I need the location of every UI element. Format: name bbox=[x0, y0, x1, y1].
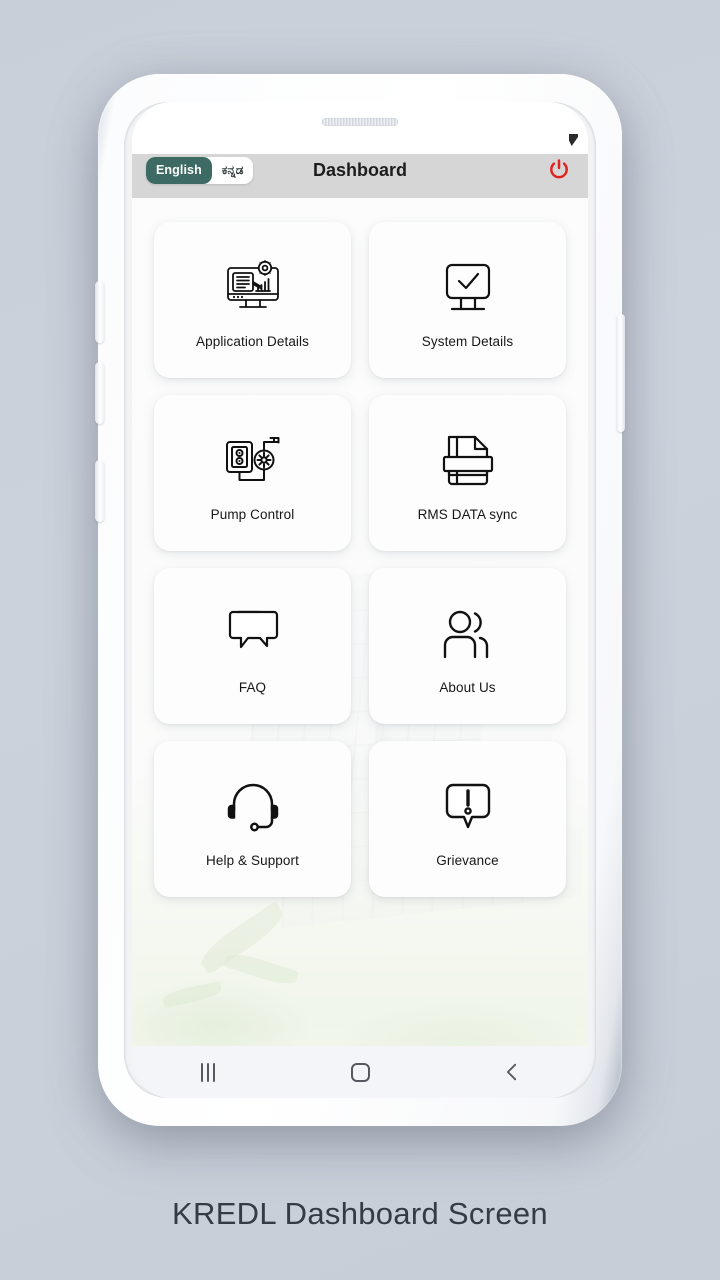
headset-icon bbox=[223, 771, 283, 843]
recents-icon bbox=[201, 1062, 215, 1082]
notch-area bbox=[132, 102, 588, 154]
hardware-power-button[interactable] bbox=[617, 314, 625, 432]
notch bbox=[255, 102, 465, 142]
card-label: FAQ bbox=[238, 679, 267, 695]
card-application-details[interactable]: Application Details bbox=[154, 222, 351, 378]
card-faq[interactable]: FAQ bbox=[154, 568, 351, 724]
figure-caption: KREDL Dashboard Screen bbox=[172, 1196, 548, 1231]
monitor-document-gear-chart-icon bbox=[220, 252, 286, 324]
power-logout-button[interactable] bbox=[544, 155, 574, 185]
nav-recents-button[interactable] bbox=[176, 1052, 240, 1092]
earpiece-speaker-icon bbox=[322, 118, 398, 126]
android-navigation-bar bbox=[132, 1046, 588, 1098]
exclamation-bubble-icon bbox=[439, 771, 497, 843]
pump-controller-icon bbox=[221, 425, 285, 497]
home-square-icon bbox=[350, 1062, 370, 1082]
monitor-check-icon bbox=[437, 252, 499, 324]
language-option-english[interactable]: English bbox=[146, 156, 212, 184]
power-icon bbox=[550, 159, 568, 179]
card-label: System Details bbox=[421, 333, 514, 349]
back-chevron-icon bbox=[506, 1063, 517, 1081]
card-label: About Us bbox=[439, 679, 496, 695]
card-label: Help & Support bbox=[206, 852, 299, 868]
volume-down-button[interactable] bbox=[95, 362, 104, 424]
card-pump-control[interactable]: Pump Control bbox=[154, 395, 351, 551]
chat-bubbles-icon bbox=[222, 598, 284, 670]
card-help-support[interactable]: Help & Support bbox=[154, 741, 351, 897]
kredl-dashboard-app: English ಕನ್ನಡ Dashboard Application Deta… bbox=[132, 142, 588, 1098]
volume-up-button[interactable] bbox=[95, 281, 104, 343]
card-about-us[interactable]: About Us bbox=[369, 568, 566, 724]
document-sync-icon bbox=[439, 425, 497, 497]
nav-back-button[interactable] bbox=[480, 1052, 544, 1092]
card-grievance[interactable]: Grievance bbox=[369, 741, 566, 897]
phone-screen: English ಕನ್ನಡ Dashboard Application Deta… bbox=[132, 102, 588, 1098]
screen-bezel: English ಕನ್ನಡ Dashboard Application Deta… bbox=[124, 102, 596, 1098]
card-system-details[interactable]: System Details bbox=[369, 222, 566, 378]
card-label: Application Details bbox=[196, 333, 309, 349]
language-option-kannada[interactable]: ಕನ್ನಡ bbox=[212, 157, 254, 184]
language-toggle[interactable]: English ಕನ್ನಡ bbox=[146, 156, 254, 184]
dashboard-grid: Application Details System Details Pump … bbox=[132, 198, 588, 897]
card-label: Grievance bbox=[436, 852, 499, 868]
phone-mockup: English ಕನ್ನಡ Dashboard Application Deta… bbox=[95, 74, 625, 1126]
phone-body: English ಕನ್ನಡ Dashboard Application Deta… bbox=[95, 74, 625, 1126]
bixby-button[interactable] bbox=[95, 460, 104, 522]
card-label: Pump Control bbox=[210, 506, 295, 522]
card-label: RMS DATA sync bbox=[417, 506, 518, 522]
people-group-icon bbox=[437, 598, 499, 670]
card-rms-data-sync[interactable]: RMS DATA sync bbox=[369, 395, 566, 551]
nav-home-button[interactable] bbox=[328, 1052, 392, 1092]
